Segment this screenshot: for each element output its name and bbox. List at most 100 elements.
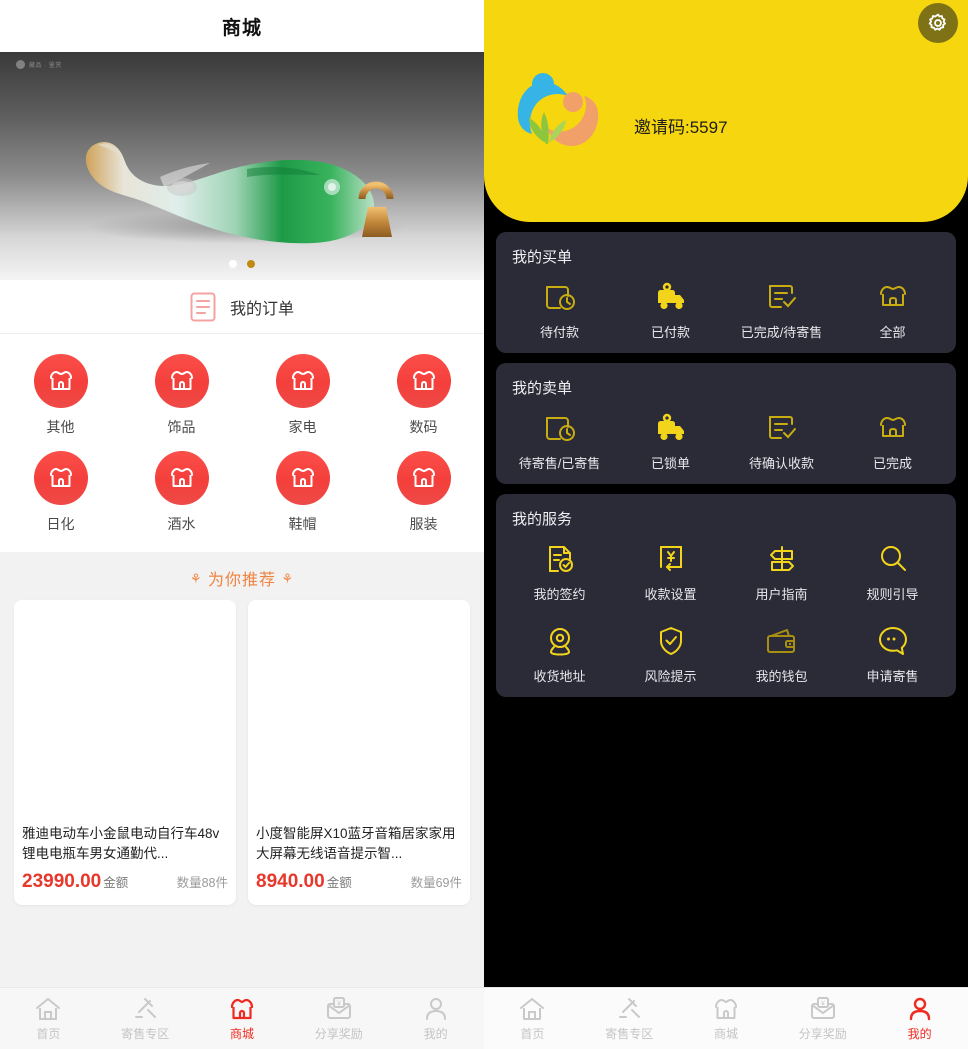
shop-icon xyxy=(154,354,209,408)
category-item[interactable]: 数码 xyxy=(363,354,484,437)
my-orders-label: 我的订单 xyxy=(229,300,294,318)
shop-icon xyxy=(876,412,910,444)
list-check-icon xyxy=(765,281,799,313)
watermark-dot-icon xyxy=(16,60,25,69)
invite-code: 邀请码:5597 xyxy=(634,117,728,137)
product-quantity: 数量69件 xyxy=(410,876,462,890)
product-grid: 雅迪电动车小金鼠电动自行车48v锂电电瓶车男女通勤代... 23990.00 金… xyxy=(0,600,484,905)
service-label: 风险提示 xyxy=(644,669,697,684)
yuan-receipt-icon xyxy=(654,543,688,575)
delivery-truck-icon xyxy=(654,412,688,444)
sell-orders-title: 我的卖单 xyxy=(512,380,573,397)
buy-order-item[interactable]: 已付款 xyxy=(615,273,726,341)
mall-screen: 商城 藏品 · 鉴赏 我的订单 其他 饰品 家电 数码 日化 酒水 鞋帽 服装 … xyxy=(0,0,484,1049)
category-item[interactable]: 鞋帽 xyxy=(242,451,363,534)
sell-order-item[interactable]: 已完成 xyxy=(837,404,948,472)
sell-order-item[interactable]: 已锁单 xyxy=(615,404,726,472)
service-item[interactable]: 规则引导 xyxy=(837,535,948,603)
gear-icon xyxy=(927,12,949,34)
tab-home[interactable]: 首页 xyxy=(484,996,581,1042)
tab-label: 商城 xyxy=(713,1026,738,1041)
product-quantity: 数量88件 xyxy=(176,876,228,890)
service-item[interactable]: 收货地址 xyxy=(504,617,615,685)
service-item[interactable]: 申请寄售 xyxy=(837,617,948,685)
banner-dot-2[interactable] xyxy=(247,260,255,268)
delivery-truck-icon xyxy=(654,281,688,313)
tab-share-reward[interactable]: ¥ 分享奖励 xyxy=(774,996,871,1042)
product-card[interactable]: 小度智能屏X10蓝牙音箱居家家用大屏幕无线语音提示智... 8940.00 金额… xyxy=(248,600,470,905)
banner-carousel[interactable]: 藏品 · 鉴赏 xyxy=(0,52,484,280)
service-item[interactable]: 用户指南 xyxy=(726,535,837,603)
service-item[interactable]: 收款设置 xyxy=(615,535,726,603)
product-card[interactable]: 雅迪电动车小金鼠电动自行车48v锂电电瓶车男女通勤代... 23990.00 金… xyxy=(14,600,236,905)
banner-product-image xyxy=(32,81,452,261)
buy-order-label: 全部 xyxy=(879,325,906,340)
service-label: 我的签约 xyxy=(533,587,586,602)
category-label: 服装 xyxy=(409,516,438,532)
contract-check-icon xyxy=(543,543,577,575)
buy-order-item[interactable]: 待付款 xyxy=(504,273,615,341)
category-item[interactable]: 日化 xyxy=(0,451,121,534)
services-grid: 我的签约 收款设置 用户指南 规则引导 收货地址 风险提示 我的钱包 申请寄售 xyxy=(504,535,948,685)
buy-order-label: 已付款 xyxy=(650,325,690,340)
category-item[interactable]: 其他 xyxy=(0,354,121,437)
shop-icon xyxy=(876,281,910,313)
tab-profile[interactable]: 我的 xyxy=(871,996,968,1042)
tab-mall[interactable]: 商城 xyxy=(194,996,291,1042)
buy-orders-title: 我的买单 xyxy=(512,249,573,266)
settings-button[interactable] xyxy=(918,3,958,43)
banner-dot-indicator[interactable] xyxy=(0,260,484,268)
product-image xyxy=(248,600,470,824)
category-label: 数码 xyxy=(409,419,438,435)
category-item[interactable]: 服装 xyxy=(363,451,484,534)
tab-consignment[interactable]: 寄售专区 xyxy=(97,996,194,1042)
tab-mall[interactable]: 商城 xyxy=(678,996,775,1042)
tab-profile[interactable]: 我的 xyxy=(387,996,484,1042)
search-icon xyxy=(876,543,910,575)
category-label: 其他 xyxy=(46,419,75,435)
svg-text:¥: ¥ xyxy=(821,1000,825,1007)
product-price: 23990.00 xyxy=(22,871,102,892)
tab-label: 分享奖励 xyxy=(798,1026,847,1041)
tab-label: 分享奖励 xyxy=(314,1026,363,1041)
product-image xyxy=(14,600,236,824)
sell-order-label: 已完成 xyxy=(872,456,912,471)
shop-icon xyxy=(33,354,88,408)
sell-order-item[interactable]: 待寄售/已寄售 xyxy=(504,404,615,472)
my-orders-entry[interactable]: 我的订单 xyxy=(0,280,484,334)
wallet-clock-icon xyxy=(543,281,577,313)
service-item[interactable]: 我的钱包 xyxy=(726,617,837,685)
services-card: 我的服务 我的签约 收款设置 用户指南 规则引导 收货地址 风险提示 我的钱包 … xyxy=(496,494,956,697)
profile-hero: 邀请码:5597 xyxy=(484,0,968,222)
tab-consignment[interactable]: 寄售专区 xyxy=(581,996,678,1042)
category-item[interactable]: 饰品 xyxy=(121,354,242,437)
buy-order-item[interactable]: 已完成/待寄售 xyxy=(726,273,837,341)
category-item[interactable]: 家电 xyxy=(242,354,363,437)
mall-topbar: 商城 xyxy=(0,0,484,52)
service-item[interactable]: 风险提示 xyxy=(615,617,726,685)
wallet-icon xyxy=(765,625,799,657)
tab-share-reward[interactable]: ¥ 分享奖励 xyxy=(290,996,387,1042)
buy-order-label: 待付款 xyxy=(539,325,579,340)
sell-order-item[interactable]: 待确认收款 xyxy=(726,404,837,472)
category-item[interactable]: 酒水 xyxy=(121,451,242,534)
category-label: 酒水 xyxy=(167,516,196,532)
recommend-section-header: ⚘ 为你推荐 ⚘ xyxy=(0,552,484,600)
service-item[interactable]: 我的签约 xyxy=(504,535,615,603)
tab-label: 寄售专区 xyxy=(605,1026,654,1041)
category-label: 家电 xyxy=(288,419,317,435)
sell-order-label: 待确认收款 xyxy=(748,456,814,471)
product-meta: 23990.00 金额 数量88件 xyxy=(14,864,236,905)
service-label: 用户指南 xyxy=(755,587,808,602)
product-meta: 8940.00 金额 数量69件 xyxy=(248,864,470,905)
hero-identity-row: 邀请码:5597 xyxy=(510,62,728,154)
service-label: 收货地址 xyxy=(533,669,586,684)
signpost-icon xyxy=(765,543,799,575)
tab-home[interactable]: 首页 xyxy=(0,996,97,1042)
buy-order-item[interactable]: 全部 xyxy=(837,273,948,341)
category-grid: 其他 饰品 家电 数码 日化 酒水 鞋帽 服装 xyxy=(0,334,484,552)
brand-logo xyxy=(510,62,606,154)
banner-dot-1[interactable] xyxy=(229,260,237,268)
flower-ornament-left-icon: ⚘ xyxy=(189,571,203,586)
recommend-title: 为你推荐 xyxy=(207,572,276,589)
